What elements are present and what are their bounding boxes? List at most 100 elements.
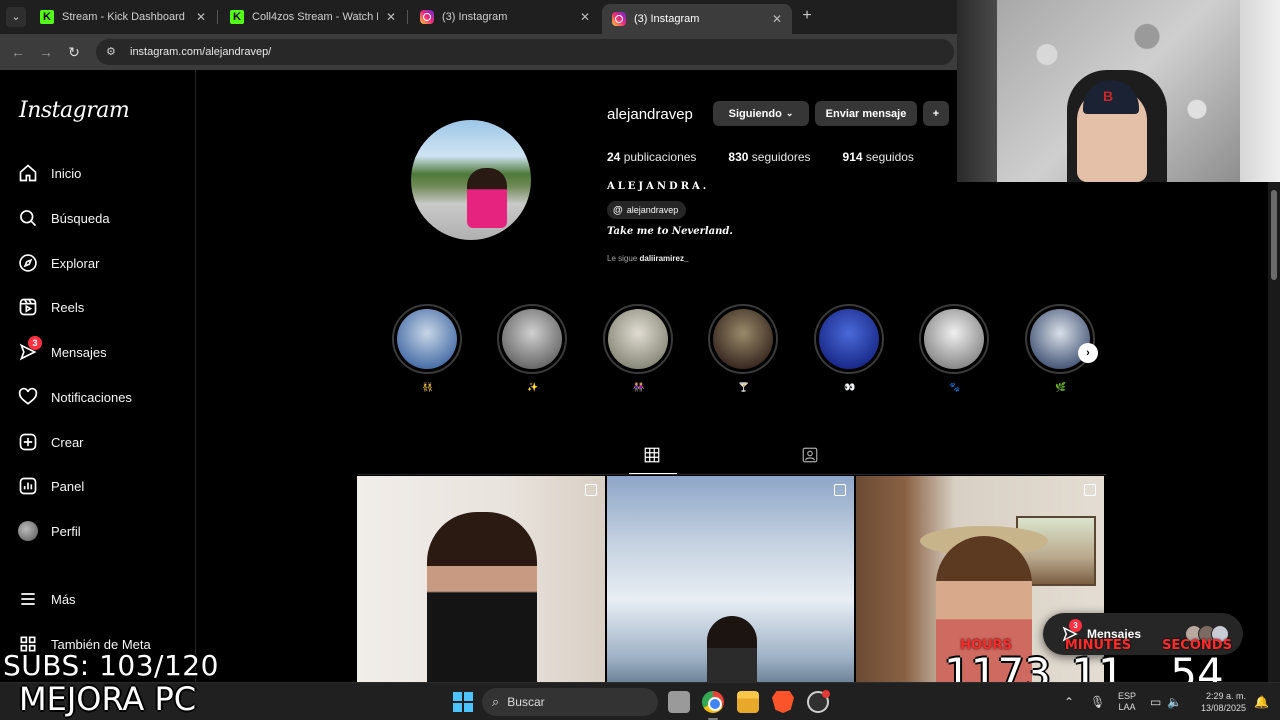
carousel-icon — [585, 484, 597, 496]
heart-icon — [18, 387, 38, 407]
compass-icon — [18, 253, 38, 273]
tab-kick-dashboard[interactable]: K Stream - Kick Dashboard ✕ — [30, 4, 216, 30]
plus-square-icon — [18, 432, 38, 452]
sidebar-item-notificaciones[interactable]: Notificaciones — [18, 384, 132, 410]
kick-icon: K — [230, 10, 244, 24]
following-count[interactable]: 914 seguidos — [843, 150, 914, 164]
system-tray-mic: 🎙 — [1090, 683, 1105, 720]
threads-link[interactable]: @ alejandravep — [607, 201, 687, 219]
sidebar-item-inicio[interactable]: Inicio — [18, 160, 81, 186]
windows-start-icon[interactable] — [453, 692, 473, 712]
notification-center[interactable]: 🔔 — [1254, 683, 1269, 720]
story-highlight[interactable]: ✨ — [497, 304, 569, 404]
profile-picture[interactable] — [411, 120, 531, 240]
carousel-icon — [1084, 484, 1096, 496]
close-icon[interactable]: ✕ — [772, 12, 782, 26]
volume-icon[interactable]: 🔈 — [1167, 695, 1182, 709]
browser-tab-strip: ⌄ K Stream - Kick Dashboard ✕ K Coll4zos… — [0, 0, 957, 34]
story-highlight[interactable]: 🐾 — [919, 304, 991, 404]
story-highlight[interactable]: 👯 — [392, 304, 464, 404]
scrollbar-thumb[interactable] — [1271, 190, 1277, 280]
post-thumbnail[interactable] — [607, 476, 854, 682]
language-indicator[interactable]: ESP LAA — [1114, 683, 1140, 720]
sidebar-item-crear[interactable]: Crear — [18, 429, 84, 455]
following-button[interactable]: Siguiendo ⌄ — [713, 101, 809, 126]
channel-brand: MEJORA PC — [19, 680, 197, 718]
kick-icon: K — [40, 10, 54, 24]
sidebar-item-reels[interactable]: Reels — [18, 294, 84, 320]
url-text[interactable]: instagram.com/alejandravep/ — [130, 46, 271, 58]
carousel-icon — [834, 484, 846, 496]
tagged-icon — [801, 447, 819, 468]
microphone-icon[interactable]: 🎙 — [1090, 695, 1105, 709]
followed-by[interactable]: Le sigue daliiramirez_ — [607, 254, 688, 263]
story-highlight[interactable]: 🍸 — [708, 304, 780, 404]
subs-counter: SUBS: 103/120 — [3, 649, 219, 682]
profile-stats: 24 publicaciones 830 seguidores 914 segu… — [607, 150, 914, 164]
chrome-icon[interactable] — [702, 691, 724, 713]
story-thumbnail — [608, 309, 668, 369]
system-tray: ⌃ — [1064, 683, 1074, 720]
chevron-up-icon[interactable]: ⌃ — [1064, 695, 1074, 709]
notification-badge: 3 — [28, 336, 42, 350]
tabs-divider — [358, 474, 1106, 475]
tab-separator — [217, 10, 218, 24]
post-thumbnail[interactable] — [357, 476, 605, 682]
sidebar-item-label: Notificaciones — [51, 389, 132, 405]
tab-title: Stream - Kick Dashboard — [62, 11, 185, 23]
avatar — [18, 521, 38, 541]
tab-instagram-active[interactable]: (3) Instagram ✕ — [602, 4, 792, 34]
close-icon[interactable]: ✕ — [386, 10, 396, 24]
sidebar-item-explorar[interactable]: Explorar — [18, 250, 99, 276]
tab-instagram-1[interactable]: (3) Instagram ✕ — [410, 4, 600, 30]
obs-icon[interactable] — [807, 690, 830, 713]
close-icon[interactable]: ✕ — [580, 10, 590, 24]
following-button-label: Siguiendo — [728, 107, 782, 120]
webcam-overlay: B — [957, 0, 1280, 182]
close-icon[interactable]: ✕ — [196, 10, 206, 24]
instagram-logo[interactable]: Instagram — [19, 98, 130, 123]
posts-grid-icon — [643, 447, 661, 468]
sidebar-item-mensajes[interactable]: 3 Mensajes — [18, 336, 107, 365]
profile-full-name: ALEJANDRA. — [607, 181, 710, 192]
tab-kick-stream[interactable]: K Coll4zos Stream - Watch Live on ✕ — [220, 4, 406, 30]
sidebar-item-panel[interactable]: Panel — [18, 473, 84, 499]
instagram-icon — [420, 10, 434, 24]
story-highlight[interactable]: 👀 — [814, 304, 886, 404]
file-explorer-icon[interactable] — [737, 691, 759, 713]
reload-icon[interactable]: ↻ — [64, 42, 84, 62]
messenger-icon: 3 — [18, 336, 42, 362]
follower-username[interactable]: daliiramirez_ — [639, 254, 688, 263]
forward-arrow-icon[interactable]: → — [36, 42, 56, 62]
tab-title: (3) Instagram — [442, 11, 508, 23]
home-icon — [18, 163, 38, 183]
story-highlight[interactable]: 👭 — [603, 304, 675, 404]
sidebar-item-label: Crear — [51, 434, 84, 450]
new-tab-plus-icon[interactable]: + — [797, 6, 817, 26]
sidebar-item-busqueda[interactable]: Búsqueda — [18, 205, 110, 231]
tab-separator — [407, 10, 408, 24]
back-arrow-icon[interactable]: ← — [8, 42, 28, 62]
chevron-right-icon[interactable]: › — [1078, 343, 1098, 363]
sidebar-item-label: Búsqueda — [51, 210, 110, 226]
page-scrollbar[interactable] — [1268, 182, 1280, 682]
taskbar-search[interactable]: ⌕ Buscar — [482, 688, 658, 716]
brave-browser-icon[interactable] — [772, 691, 794, 713]
sidebar-item-label: Más — [51, 591, 76, 607]
followers-count[interactable]: 830 seguidores — [728, 150, 810, 164]
add-person-icon: + — [932, 107, 940, 120]
taskbar-search-placeholder: Buscar — [507, 695, 545, 709]
sidebar-item-mas[interactable]: Más — [18, 586, 76, 612]
send-message-button[interactable]: Enviar mensaje — [815, 101, 917, 126]
task-view-icon[interactable] — [668, 691, 690, 713]
clock[interactable]: 2:29 a. m. 13/08/2025 — [1190, 683, 1246, 720]
tab-posts[interactable] — [629, 446, 677, 474]
site-settings-icon[interactable]: ⚙ — [106, 46, 120, 58]
tab-tagged[interactable] — [801, 446, 821, 466]
screen: ⌄ K Stream - Kick Dashboard ✕ K Coll4zos… — [0, 0, 1280, 720]
network-icon[interactable]: ▭ — [1150, 695, 1161, 709]
tab-search-button[interactable]: ⌄ — [6, 7, 26, 27]
address-bar[interactable]: ⚙ instagram.com/alejandravep/ — [96, 39, 954, 65]
suggested-users-button[interactable]: + — [923, 101, 949, 126]
sidebar-item-perfil[interactable]: Perfil — [18, 518, 81, 544]
